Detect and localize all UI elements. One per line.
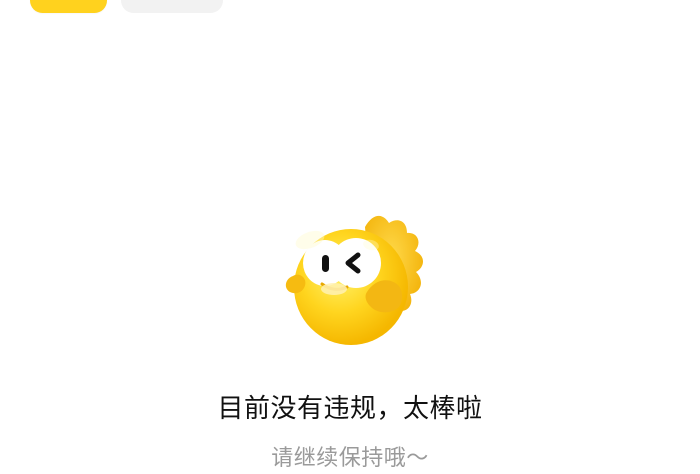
top-tab-bar	[0, 0, 700, 20]
tab-inactive[interactable]	[121, 0, 223, 13]
tab-active[interactable]	[30, 0, 107, 13]
empty-state-title: 目前没有违规，太棒啦	[217, 394, 483, 424]
mascot-illustration	[285, 215, 423, 345]
yellow-pufferfish-mascot-icon	[275, 205, 425, 355]
